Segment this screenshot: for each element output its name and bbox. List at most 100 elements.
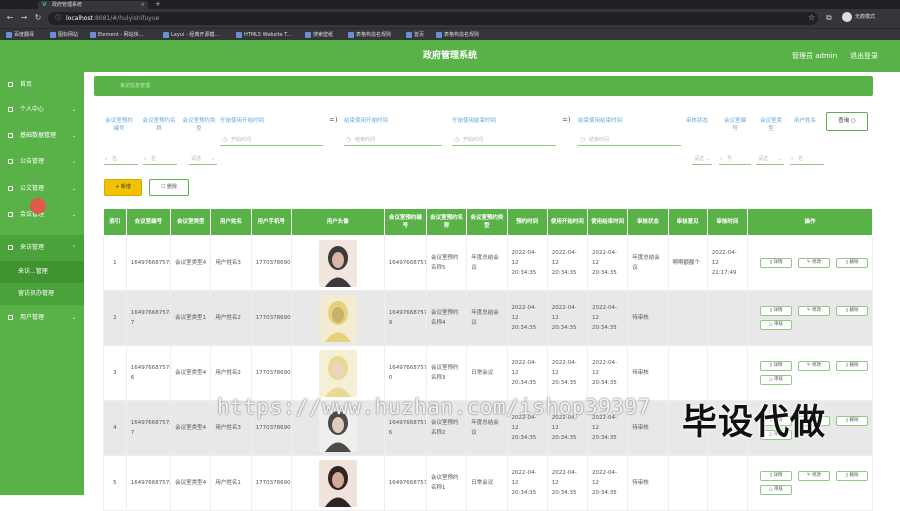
detail-button[interactable]: ▯ 详情 (760, 258, 792, 268)
delete-button[interactable]: ▯ 删除 (836, 471, 868, 481)
sidebar-item-home[interactable]: 首页 (0, 72, 84, 98)
address-bar[interactable]: ⓘ localhost:8081/#/hulyishifuyue (48, 12, 818, 25)
table-cell: 用户姓名2 (210, 290, 252, 346)
table-cell: 用户姓名3 (210, 235, 252, 291)
actions-cell: ▯ 详情 ✎ 修改 ▯ 删除 △ 审核 (747, 345, 873, 401)
audit-button[interactable]: △ 审核 (760, 375, 792, 385)
column-header: 用户头像 (290, 208, 385, 236)
sidebar-item-notice[interactable]: 公告管理 ⌄ (0, 149, 84, 175)
booking-no-input[interactable]: ⌕ 名 (104, 153, 138, 165)
promo-stamp: 毕设代做 (682, 403, 827, 443)
current-user: 管理员 admin (792, 52, 838, 60)
room-no-input[interactable]: ⌕ 号 (719, 153, 751, 165)
table-cell: 啊啊额额个 (667, 235, 708, 291)
sidebar-subitem-visitor-office[interactable]: 留访员办管理 (0, 283, 84, 305)
avatar-cell (290, 455, 385, 511)
table-cell: 17703786902 (250, 345, 292, 401)
delete-button[interactable]: ▯ 删除 (836, 361, 868, 371)
table-cell: 待审核 (627, 290, 669, 346)
detail-button[interactable]: ▯ 详情 (760, 306, 792, 316)
audit-button[interactable]: △ 审核 (760, 485, 792, 495)
avatar (318, 459, 357, 507)
room-type-select[interactable]: 请选 ⌄ (756, 153, 784, 165)
status-select[interactable]: 请选 ⌄ (692, 153, 712, 165)
column-header: 用户姓名 (210, 208, 252, 236)
sidebar-item-profile[interactable]: 个人中心 ⌄ (0, 97, 84, 123)
sidebar-item-visit[interactable]: 来访管理 ⌃ (0, 235, 84, 261)
batch-delete-button[interactable]: ☐ 删除 (149, 179, 189, 196)
table-row: 116497668757854会议室类型4用户姓名317703786903 164… (103, 235, 873, 291)
filter-label-end-from: 结束使用开始时间 (344, 118, 389, 124)
table-cell: 会议室类型4 (170, 400, 212, 456)
delete-button[interactable]: ▯ 删除 (836, 258, 868, 268)
end-to-date-input[interactable]: ◷ 结束时间 (578, 134, 681, 146)
browser-tab[interactable]: V 政府管理系统 × (38, 1, 148, 9)
column-header: 审核时间 (706, 208, 749, 236)
booking-type-select[interactable]: 请选 ⌄ (189, 153, 217, 165)
add-button[interactable]: + 新增 (104, 179, 142, 196)
breadcrumb-text: 来访信息管理 (120, 83, 151, 89)
filter-label-booking-no: 会议室预约编号 (105, 118, 133, 132)
table-cell: 会议室预约名称1 (426, 455, 468, 511)
edit-button[interactable]: ✎ 修改 (798, 361, 830, 371)
user-name-input[interactable]: ⌕ 名 (790, 153, 824, 165)
user-icon (8, 107, 13, 112)
detail-button[interactable]: ▯ 详情 (760, 471, 792, 481)
avatar (318, 294, 357, 342)
column-header: 会议室预约类型 (466, 208, 508, 236)
avatar (318, 239, 357, 287)
incognito-avatar-icon[interactable] (842, 12, 852, 22)
delete-button[interactable]: ▯ 删除 (836, 306, 868, 316)
detail-button[interactable]: ▯ 详情 (760, 361, 792, 371)
data-icon (8, 133, 13, 138)
table-cell: 2022-04-12 20:34:35 (506, 455, 548, 511)
filter-label-start-to: 开始使用结束时间 (452, 118, 497, 124)
delete-button[interactable]: ▯ 删除 (836, 416, 868, 426)
bookmark-star-icon[interactable]: ☆ (808, 12, 815, 24)
reload-icon[interactable]: ↻ (32, 12, 44, 24)
browser-tab-title: 政府管理系统 (52, 2, 83, 8)
search-icon: ⌕ (791, 156, 794, 162)
clock-icon: ◷ (222, 136, 228, 143)
booking-name-input[interactable]: ⌕ 名 (143, 153, 177, 165)
notice-icon (8, 159, 13, 164)
filter-label-status: 审核状态 (686, 118, 709, 124)
edit-button[interactable]: ✎ 修改 (798, 471, 830, 481)
vue-logo-icon: V (42, 1, 47, 8)
table-cell (706, 455, 749, 511)
tab-close-icon[interactable]: × (141, 1, 145, 9)
sidebar-item-users[interactable]: 用户管理 ⌄ (0, 305, 84, 331)
end-from-date-input[interactable]: ◷ 结束时间 (344, 134, 442, 146)
range-arrow: =) (562, 116, 571, 124)
extensions-icon[interactable]: ⧉ (826, 12, 832, 24)
edit-button[interactable]: ✎ 修改 (798, 306, 830, 316)
app-header: 政府管理系统 管理员 admin 退出登录 (0, 40, 900, 72)
chevron-down-icon: ⌄ (210, 156, 215, 162)
search-icon: ⌕ (105, 156, 108, 162)
start-to-date-input[interactable]: ◷ 开始时间 (452, 134, 556, 146)
chevron-down-icon: ⌄ (71, 133, 76, 139)
click-ripple (30, 198, 46, 214)
audit-button[interactable]: △ 审核 (760, 320, 792, 330)
users-icon (8, 315, 13, 320)
sidebar-item-base-data[interactable]: 基础数据管理 ⌄ (0, 123, 84, 149)
table-cell: 年度总结会议 (466, 235, 508, 291)
start-from-date-input[interactable]: ◷ 开始时间 (220, 134, 323, 146)
browser-toolbar: ← → ↻ ⓘ localhost:8081/#/hulyishifuyue ☆… (0, 9, 900, 28)
sidebar-subitem-visit-manage[interactable]: 来访...管理 (0, 261, 84, 283)
profile-label: 无痕模式 (855, 14, 876, 20)
clock-icon: ◷ (346, 136, 352, 143)
search-button[interactable]: 查询 ○ (826, 112, 868, 131)
edit-button[interactable]: ✎ 修改 (798, 258, 830, 268)
avatar (318, 349, 357, 397)
logout-link[interactable]: 退出登录 (850, 40, 878, 72)
search-icon: ⌕ (720, 156, 723, 162)
new-tab-button[interactable]: + (155, 0, 161, 9)
back-icon[interactable]: ← (4, 12, 16, 24)
table-cell: 用户姓名2 (210, 345, 252, 401)
forward-icon[interactable]: → (18, 12, 30, 24)
filter-label-room-no: 会议室编号 (723, 118, 746, 132)
table-cell: 2022-04-12 20:34:35 (506, 235, 548, 291)
table-cell: 2022-04-12 20:34:35 (587, 455, 629, 511)
table-cell: 日常会议 (466, 345, 508, 401)
